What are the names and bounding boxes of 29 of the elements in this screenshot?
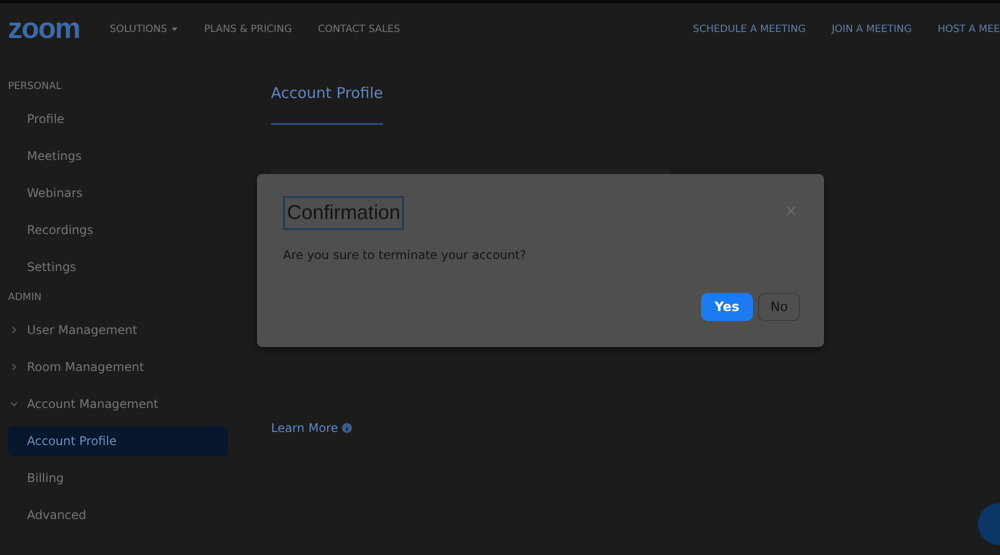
dialog-message: Are you sure to terminate your account? [283, 248, 528, 262]
learn-more-link[interactable]: Learn More [271, 421, 338, 435]
dialog-title: Confirmation [283, 196, 404, 230]
nav-link[interactable]: PLANS & PRICING [204, 24, 292, 34]
sidebar-item[interactable]: Webinars [8, 178, 228, 207]
sidebar-item[interactable]: Billing [8, 463, 228, 493]
nav-menu[interactable]: SOLUTIONS [110, 24, 178, 34]
sidebar-item[interactable]: Recordings [8, 215, 228, 244]
nav-link[interactable]: CONTACT SALES [318, 24, 400, 34]
zoom-logo[interactable]: zoom [8, 14, 80, 44]
nav-link[interactable]: SCHEDULE A MEETING [692, 24, 806, 34]
nav-link[interactable]: JOIN A MEETING [832, 24, 912, 34]
sidebar-item[interactable]: Account Profile [8, 426, 228, 456]
close-icon [786, 206, 796, 216]
sidebar-item[interactable]: Profile [8, 104, 228, 133]
sidebar-item[interactable]: Settings [8, 252, 228, 281]
section-heading: ADMIN [7, 291, 43, 305]
sidebar-item[interactable]: Room Management [8, 352, 228, 381]
caret-icon [171, 26, 178, 32]
info-icon [342, 423, 352, 433]
no-button[interactable]: No [758, 293, 800, 321]
sidebar-item[interactable]: Meetings [8, 141, 228, 170]
nav-link[interactable]: HOST A MEE [938, 24, 1000, 34]
section-heading: PERSONAL [7, 80, 62, 94]
sidebar-item[interactable]: Advanced [8, 500, 228, 530]
yes-button[interactable]: Yes [700, 293, 754, 321]
sidebar-item[interactable]: User Management [8, 315, 228, 344]
tab[interactable]: Account Profile [271, 79, 383, 125]
sidebar-item[interactable]: Account Management [8, 389, 228, 418]
